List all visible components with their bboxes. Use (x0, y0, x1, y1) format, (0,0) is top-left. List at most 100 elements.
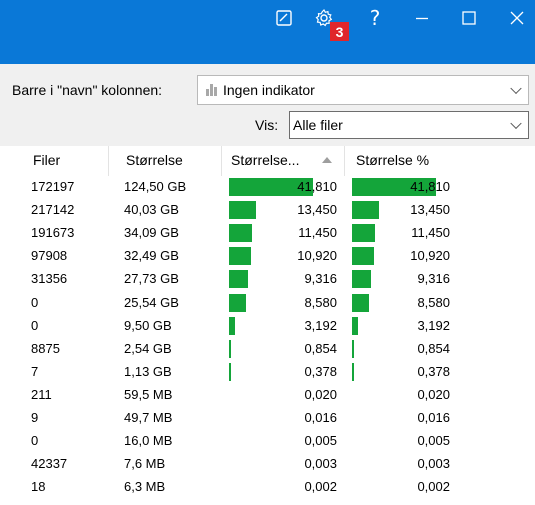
close-icon[interactable] (503, 0, 531, 36)
notification-badge: 3 (330, 22, 349, 41)
cell-size: 124,50 GB (124, 179, 187, 194)
cell-files: 8875 (31, 340, 60, 356)
table-row[interactable]: 9 49,7 MB 0,016 0,016 (0, 407, 535, 430)
cell-size-percent-parent: 8,580 (304, 294, 337, 310)
size-percent-bar (352, 339, 354, 358)
cell-size-percent-parent: 0,002 (304, 479, 337, 495)
column-divider[interactable] (344, 146, 345, 176)
minimize-icon[interactable] (408, 0, 436, 36)
cell-files: 7 (31, 363, 39, 379)
cell-size: 7,6 MB (124, 456, 166, 472)
cell-size-percent-parent: 0,016 (304, 410, 337, 425)
cell-size: 25,54 GB (124, 294, 179, 310)
table-row[interactable]: 18 6,3 MB 0,002 0,002 (0, 476, 535, 499)
cell-size: 27,73 GB (124, 271, 179, 287)
cell-size: 32,49 GB (124, 248, 179, 264)
cell-size-percent: 13,450 (410, 202, 450, 218)
cell-size: 49,7 MB (124, 410, 173, 425)
bars-indicator-dropdown[interactable]: Ingen indikator (197, 75, 529, 105)
cell-size-percent-parent: 13,450 (297, 202, 337, 218)
table-header: Filer Størrelse Størrelse... Størrelse % (0, 146, 535, 176)
size-percent-bar (352, 224, 375, 243)
vis-filter-value: Alle filer (293, 117, 343, 133)
bars-indicator-value: Ingen indikator (223, 82, 315, 98)
toolbar: Barre i "navn" kolonnen: Ingen indikator… (0, 64, 535, 146)
cell-size-percent-parent: 0,020 (304, 386, 337, 402)
cell-files: 31356 (31, 271, 68, 287)
table-row[interactable]: 97908 32,49 GB 10,920 10,920 (0, 245, 535, 268)
table-row[interactable]: 0 16,0 MB 0,005 0,005 (0, 430, 535, 453)
table-row[interactable]: 0 25,54 GB 8,580 8,580 (0, 292, 535, 315)
close-icon-graphic (510, 11, 524, 25)
column-divider[interactable] (221, 146, 222, 176)
cell-files: 0 (31, 317, 39, 333)
table-row[interactable]: 8875 2,54 GB 0,854 0,854 (0, 338, 535, 361)
minimize-icon-graphic (416, 17, 428, 20)
cell-files: 9 (31, 410, 39, 425)
chevron-down-icon (510, 82, 522, 95)
cell-size-percent-parent: 41,810 (297, 179, 337, 194)
cell-size-percent: 0,003 (417, 456, 450, 472)
cell-size-percent-parent: 0,854 (304, 340, 337, 356)
cell-size: 34,09 GB (124, 225, 179, 241)
cell-size-percent: 3,192 (417, 317, 450, 333)
size-percent-bar (352, 293, 370, 312)
table-row[interactable]: 7 1,13 GB 0,378 0,378 (0, 361, 535, 384)
table-row[interactable]: 172197 124,50 GB 41,810 41,810 (0, 176, 535, 199)
bars-label: Barre i "navn" kolonnen: (12, 82, 163, 98)
bar-chart-icon (206, 84, 217, 96)
table-row[interactable]: 211 59,5 MB 0,020 0,020 (0, 384, 535, 407)
size-percent-parent-bar (229, 339, 231, 358)
cell-size-percent: 9,316 (417, 271, 450, 287)
sort-ascending-icon (322, 157, 332, 163)
header-size-percent-parent[interactable]: Størrelse... (231, 152, 299, 168)
cell-size-percent: 10,920 (410, 248, 450, 264)
cell-files: 172197 (31, 179, 75, 194)
table-row[interactable]: 42337 7,6 MB 0,003 0,003 (0, 453, 535, 476)
table-row[interactable]: 191673 34,09 GB 11,450 11,450 (0, 222, 535, 245)
cell-size: 1,13 GB (124, 363, 172, 379)
cell-size-percent: 0,020 (417, 386, 450, 402)
table-row[interactable]: 0 9,50 GB 3,192 3,192 (0, 315, 535, 338)
cell-size-percent: 0,854 (417, 340, 450, 356)
chevron-down-icon (510, 117, 522, 130)
cell-size-percent: 41,810 (410, 179, 450, 194)
size-percent-parent-bar (229, 362, 231, 381)
size-percent-bar (352, 316, 359, 335)
size-percent-parent-bar (229, 316, 236, 335)
cell-files: 0 (31, 433, 39, 449)
cell-size: 9,50 GB (124, 317, 172, 333)
cell-files: 97908 (31, 248, 68, 264)
cell-files: 18 (31, 479, 46, 495)
vis-filter-dropdown[interactable]: Alle filer (289, 111, 529, 139)
size-percent-parent-bar (229, 293, 247, 312)
cell-size-percent: 11,450 (411, 225, 450, 241)
size-percent-bar (352, 201, 380, 220)
size-percent-parent-bar (229, 247, 251, 266)
cell-size-percent: 0,378 (417, 363, 450, 379)
title-bar: 3 ? (0, 0, 535, 64)
cell-size-percent: 0,005 (417, 433, 450, 449)
table-row[interactable]: 217142 40,03 GB 13,450 13,450 (0, 199, 535, 222)
maximize-icon[interactable] (455, 0, 483, 36)
cell-files: 211 (31, 386, 52, 402)
size-percent-parent-bar (229, 270, 248, 289)
header-size[interactable]: Størrelse (126, 152, 183, 168)
note-icon-graphic (276, 10, 292, 26)
cell-size-percent-parent: 11,450 (298, 225, 337, 241)
cell-size-percent-parent: 3,192 (304, 317, 337, 333)
header-size-percent[interactable]: Størrelse % (356, 152, 429, 168)
note-icon[interactable] (270, 0, 298, 36)
cell-size-percent: 0,002 (417, 479, 450, 495)
column-divider[interactable] (108, 146, 109, 176)
cell-size-percent: 8,580 (417, 294, 450, 310)
cell-size-percent: 0,016 (417, 410, 450, 425)
header-files[interactable]: Filer (33, 152, 60, 168)
help-icon[interactable]: ? (364, 0, 386, 36)
cell-size-percent-parent: 9,316 (304, 271, 337, 287)
table-row[interactable]: 31356 27,73 GB 9,316 9,316 (0, 268, 535, 291)
cell-size: 59,5 MB (124, 386, 173, 402)
size-percent-bar (352, 270, 371, 289)
cell-size-percent-parent: 0,005 (304, 433, 337, 449)
cell-size: 16,0 MB (124, 433, 173, 449)
